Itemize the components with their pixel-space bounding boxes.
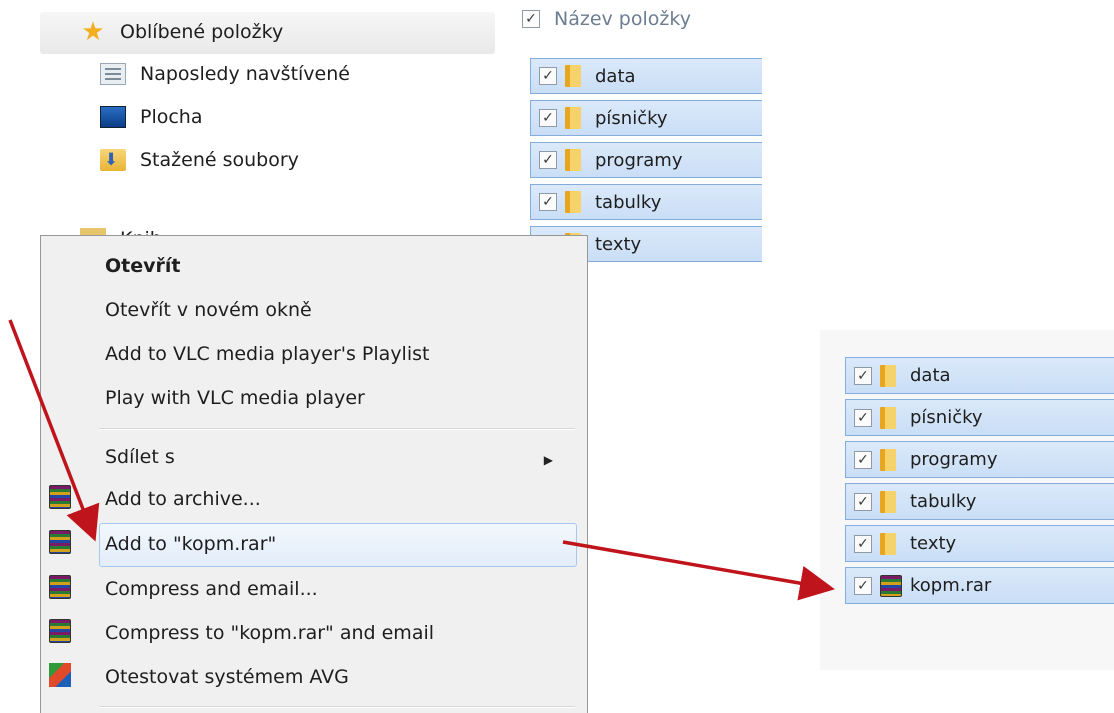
arrow-to-menu-item bbox=[8, 319, 100, 542]
annotation-arrows bbox=[8, 319, 835, 601]
arrow-to-result bbox=[562, 540, 835, 601]
